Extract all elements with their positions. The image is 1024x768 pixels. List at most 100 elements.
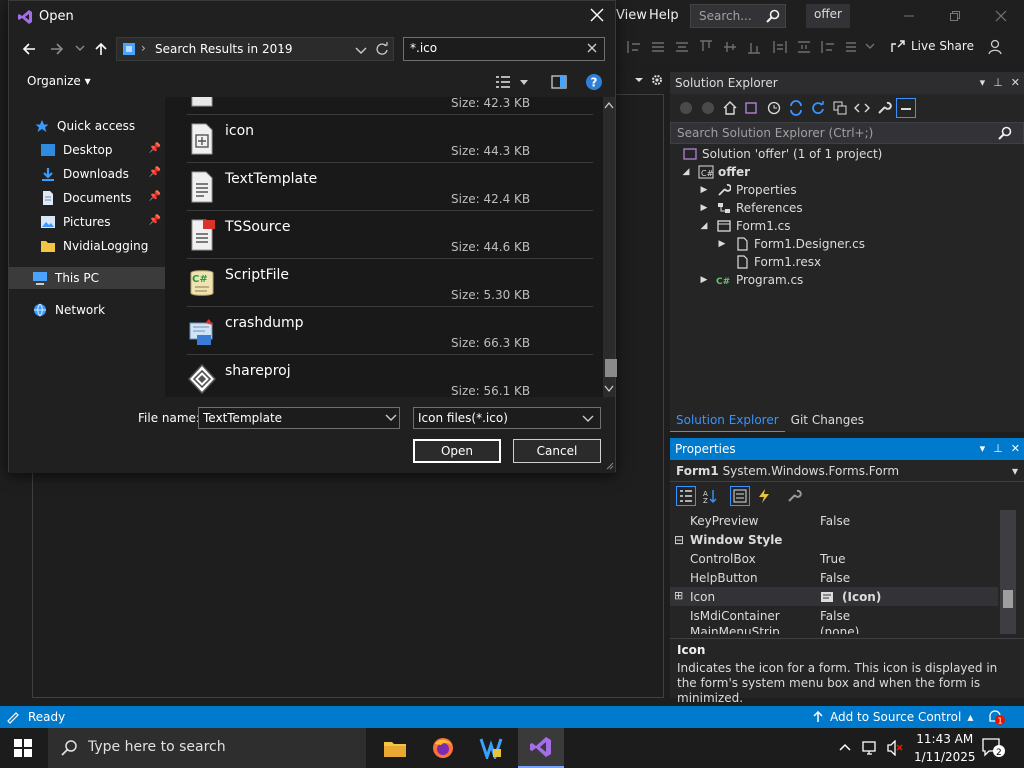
property-row[interactable]: ControlBox True — [670, 549, 998, 568]
property-value-cell[interactable]: (Icon) — [810, 590, 881, 604]
file-name-dropdown-icon[interactable] — [385, 411, 397, 423]
taskbar-clock[interactable]: 11:43 AM 1/11/2025 — [914, 730, 976, 766]
properties-view-icon[interactable] — [730, 486, 750, 506]
restore-button[interactable] — [932, 0, 978, 32]
collapse-box-icon[interactable]: ⊟ — [670, 533, 684, 547]
dialog-close-button[interactable] — [589, 7, 605, 23]
notification-center-icon[interactable]: 2 — [982, 738, 1006, 758]
refresh-icon[interactable] — [808, 98, 828, 118]
pin-icon[interactable]: ⊥ — [993, 76, 1003, 89]
nav-downloads[interactable]: Downloads 📌 — [9, 163, 165, 185]
dropdown-arrow-icon[interactable]: ▾ — [980, 76, 986, 89]
vs-switch-views-icon[interactable] — [742, 98, 762, 118]
scroll-up-icon[interactable] — [604, 101, 614, 109]
address-dropdown-icon[interactable] — [355, 44, 367, 56]
property-row-selected[interactable]: ⊞ Icon (Icon) — [670, 587, 998, 606]
dropdown-arrow-icon[interactable] — [634, 75, 644, 85]
pin-icon[interactable]: ⊥ — [993, 442, 1003, 455]
dropdown-arrow-icon[interactable]: ▾ — [1012, 464, 1018, 478]
visual-studio-app-icon[interactable] — [518, 728, 564, 768]
forward-arrow-icon[interactable] — [49, 41, 65, 57]
gear-icon[interactable] — [650, 73, 664, 87]
property-value[interactable]: False — [810, 514, 850, 528]
firefox-app-icon[interactable] — [420, 728, 466, 768]
tree-project[interactable]: ◢ C# offer — [680, 163, 751, 181]
vs-search-box[interactable]: Search... — [690, 4, 786, 28]
code-view-icon[interactable] — [852, 98, 872, 118]
scrollbar-thumb[interactable] — [605, 359, 617, 377]
address-bar[interactable]: › Search Results in 2019 › — [116, 37, 394, 61]
refresh-icon[interactable] — [375, 42, 389, 56]
tree-solution[interactable]: Solution 'offer' (1 of 1 project) — [682, 145, 882, 163]
events-icon[interactable] — [754, 486, 774, 506]
collapsed-arrow-icon[interactable]: ▶ — [716, 239, 728, 249]
expanded-arrow-icon[interactable]: ◢ — [680, 167, 692, 177]
tree-references[interactable]: ▶ References — [698, 199, 803, 217]
expanded-arrow-icon[interactable]: ◢ — [698, 221, 710, 231]
view-options-chevron-icon[interactable] — [519, 78, 529, 88]
property-row[interactable]: KeyPreview False — [670, 511, 998, 530]
file-item[interactable]: Size: 42.3 KB — [187, 97, 593, 115]
file-name-input[interactable] — [198, 407, 400, 429]
organize-button[interactable]: Organize ▾ — [27, 74, 91, 88]
cancel-button[interactable]: Cancel — [513, 439, 601, 463]
notifications-bell-icon[interactable]: 1 — [986, 708, 1006, 726]
back-icon[interactable] — [676, 98, 696, 118]
preview-pane-icon[interactable] — [551, 74, 567, 90]
recent-locations-chevron-icon[interactable] — [75, 43, 85, 53]
close-window-button[interactable] — [978, 0, 1024, 32]
file-item[interactable]: crashdump Size: 66.3 KB — [187, 307, 593, 355]
expand-box-icon[interactable]: ⊞ — [674, 589, 683, 602]
properties-object-selector[interactable]: Form1 System.Windows.Forms.Form ▾ — [670, 462, 1024, 482]
start-button[interactable] — [0, 728, 46, 768]
live-share-button[interactable]: Live Share — [890, 38, 974, 54]
properties-scrollbar[interactable] — [1000, 510, 1016, 634]
menu-view[interactable]: View — [616, 8, 647, 23]
collapse-all-icon[interactable] — [830, 98, 850, 118]
property-value[interactable]: True — [810, 552, 846, 566]
property-value[interactable]: False — [810, 571, 850, 585]
property-pages-icon[interactable] — [784, 486, 804, 506]
categorized-icon[interactable] — [676, 486, 696, 506]
close-icon[interactable]: ✕ — [1011, 442, 1020, 455]
file-explorer-app-icon[interactable] — [372, 728, 418, 768]
property-category[interactable]: ⊟ Window Style — [670, 530, 998, 549]
dropdown-arrow-icon[interactable]: ▾ — [980, 442, 986, 455]
tree-program[interactable]: ▶ C# Program.cs — [698, 271, 804, 289]
close-icon[interactable]: ✕ — [1011, 76, 1020, 89]
nav-quick-access[interactable]: Quick access — [9, 115, 165, 137]
forward-icon[interactable] — [698, 98, 718, 118]
help-icon[interactable]: ? — [585, 73, 603, 91]
property-row[interactable]: MainMenuStrip (none) — [670, 625, 998, 634]
nav-network[interactable]: Network — [9, 299, 165, 321]
open-button[interactable]: Open — [413, 439, 501, 463]
history-icon[interactable] — [764, 98, 784, 118]
tree-form1-designer[interactable]: ▶ Form1.Designer.cs — [716, 235, 865, 253]
property-row[interactable]: IsMdiContainer False — [670, 606, 998, 625]
scrollbar-thumb[interactable] — [1003, 590, 1013, 608]
collapsed-arrow-icon[interactable]: ▶ — [698, 203, 710, 213]
back-arrow-icon[interactable] — [21, 41, 37, 57]
nav-this-pc[interactable]: This PC — [9, 267, 165, 289]
wrench-icon[interactable] — [874, 98, 894, 118]
file-list-scrollbar[interactable] — [603, 97, 617, 397]
tree-form1[interactable]: ◢ Form1.cs — [698, 217, 791, 235]
nav-pictures[interactable]: Pictures 📌 — [9, 211, 165, 233]
home-icon[interactable] — [720, 98, 740, 118]
solution-explorer-search[interactable]: Search Solution Explorer (Ctrl+;) — [670, 122, 1024, 144]
volume-muted-icon[interactable] — [886, 740, 904, 756]
tree-form1-resx[interactable]: Form1.resx — [728, 253, 821, 271]
blend-app-icon[interactable] — [468, 728, 514, 768]
nav-desktop[interactable]: Desktop 📌 — [9, 139, 165, 161]
file-item[interactable]: TextTemplate Size: 42.4 KB — [187, 163, 593, 211]
file-item[interactable]: icon Size: 44.3 KB — [187, 115, 593, 163]
collapsed-arrow-icon[interactable]: ▶ — [698, 275, 710, 285]
feedback-icon[interactable] — [986, 38, 1004, 56]
sync-icon[interactable] — [786, 98, 806, 118]
minimize-button[interactable] — [886, 0, 932, 32]
property-value[interactable]: (none) — [810, 625, 859, 634]
scroll-down-icon[interactable] — [604, 385, 614, 393]
nav-documents[interactable]: Documents 📌 — [9, 187, 165, 209]
property-value[interactable]: False — [810, 609, 850, 623]
chevron-up-icon[interactable] — [838, 740, 852, 754]
